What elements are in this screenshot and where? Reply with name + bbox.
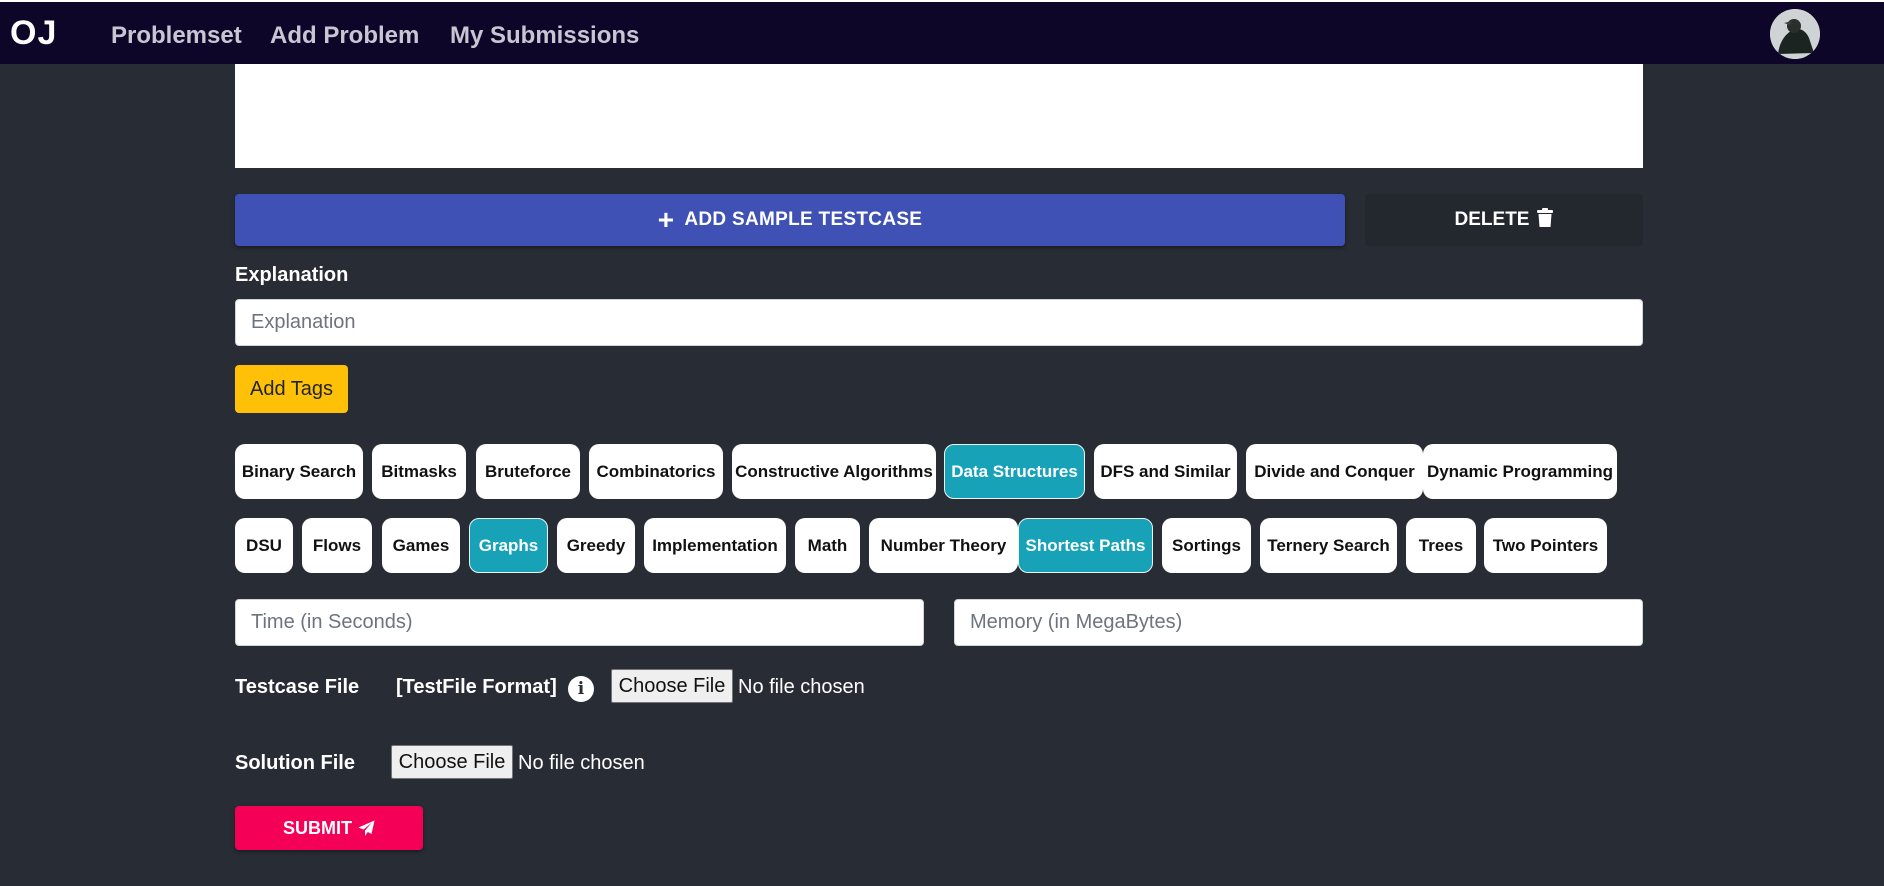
tag-dsu[interactable]: DSU xyxy=(235,518,293,573)
tag-math[interactable]: Math xyxy=(795,518,860,573)
tag-bruteforce[interactable]: Bruteforce xyxy=(476,444,580,499)
info-icon[interactable]: i xyxy=(568,676,594,702)
tag-greedy[interactable]: Greedy xyxy=(557,518,635,573)
testfile-format-link[interactable]: [TestFile Format] xyxy=(396,676,557,699)
solution-choose-file-button[interactable]: Choose File xyxy=(391,745,513,779)
tag-divide-and-conquer[interactable]: Divide and Conquer xyxy=(1246,444,1423,499)
tag-combinatorics[interactable]: Combinatorics xyxy=(589,444,723,499)
tag-dynamic-programming[interactable]: Dynamic Programming xyxy=(1423,444,1617,499)
tag-two-pointers[interactable]: Two Pointers xyxy=(1484,518,1607,573)
time-limit-input[interactable] xyxy=(235,599,924,646)
nav-link-add-problem[interactable]: Add Problem xyxy=(270,22,419,50)
tag-binary-search[interactable]: Binary Search xyxy=(235,444,363,499)
nav-link-problemset[interactable]: Problemset xyxy=(111,22,242,50)
explanation-input[interactable] xyxy=(235,299,1643,346)
solution-no-file-text: No file chosen xyxy=(518,752,645,774)
solution-file-label: Solution File xyxy=(235,752,355,774)
submit-button[interactable]: SUBMIT xyxy=(235,806,423,850)
testcase-no-file-text: No file chosen xyxy=(738,676,865,698)
tag-graphs[interactable]: Graphs xyxy=(469,518,548,573)
nav-link-my-submissions[interactable]: My Submissions xyxy=(450,22,639,50)
sample-output-editor[interactable] xyxy=(235,64,1643,168)
tag-sortings[interactable]: Sortings xyxy=(1162,518,1251,573)
add-tags-button[interactable]: Add Tags xyxy=(235,365,348,413)
tag-bitmasks[interactable]: Bitmasks xyxy=(372,444,466,499)
navbar: OJ Problemset Add Problem My Submissions xyxy=(0,0,1884,64)
tag-dfs-and-similar[interactable]: DFS and Similar xyxy=(1094,444,1237,499)
memory-limit-input[interactable] xyxy=(954,599,1643,646)
tag-shortest-paths[interactable]: Shortest Paths xyxy=(1018,518,1153,573)
tag-flows[interactable]: Flows xyxy=(302,518,372,573)
tag-constructive-algorithms[interactable]: Constructive Algorithms xyxy=(732,444,936,499)
delete-button[interactable]: DELETE xyxy=(1365,194,1643,246)
tag-trees[interactable]: Trees xyxy=(1406,518,1476,573)
add-sample-testcase-button[interactable]: + ADD SAMPLE TESTCASE xyxy=(235,194,1345,246)
explanation-label: Explanation xyxy=(235,264,349,286)
tag-ternery-search[interactable]: Ternery Search xyxy=(1260,518,1397,573)
brand-logo[interactable]: OJ xyxy=(10,14,57,53)
paper-plane-icon xyxy=(358,820,375,836)
trash-icon xyxy=(1537,207,1554,233)
testcase-file-label: Testcase File xyxy=(235,676,360,698)
avatar[interactable] xyxy=(1770,9,1820,59)
delete-label: DELETE xyxy=(1454,209,1530,230)
tag-games[interactable]: Games xyxy=(382,518,460,573)
add-sample-testcase-label: ADD SAMPLE TESTCASE xyxy=(684,209,923,230)
tag-data-structures[interactable]: Data Structures xyxy=(944,444,1085,499)
plus-icon: + xyxy=(657,204,675,235)
testcase-choose-file-button[interactable]: Choose File xyxy=(611,669,733,703)
tag-implementation[interactable]: Implementation xyxy=(644,518,786,573)
submit-label: SUBMIT xyxy=(283,817,352,838)
tag-number-theory[interactable]: Number Theory xyxy=(869,518,1018,573)
